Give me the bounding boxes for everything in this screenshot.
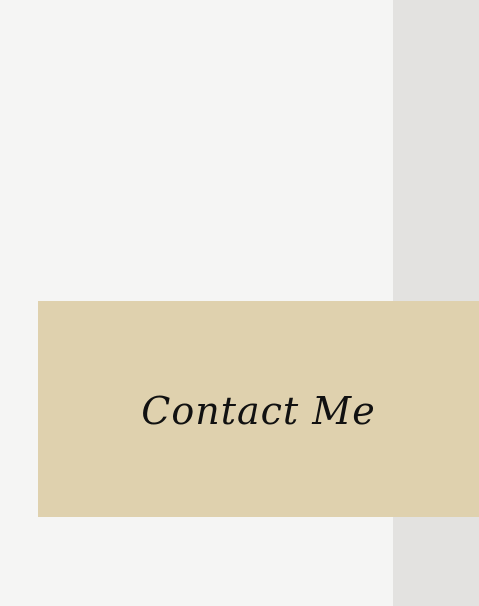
contact-me-button[interactable]: Contact Me (38, 301, 479, 517)
contact-me-label: Contact Me (141, 389, 376, 433)
